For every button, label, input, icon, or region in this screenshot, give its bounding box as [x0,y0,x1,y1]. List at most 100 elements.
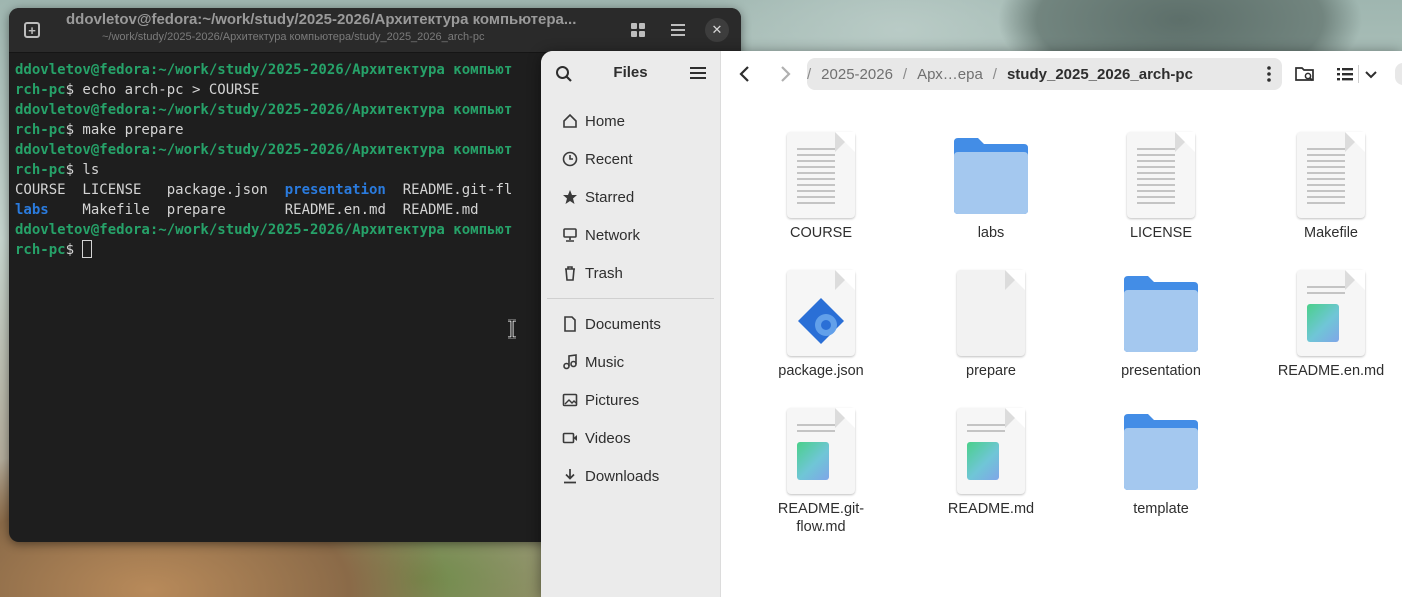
markdown-file-icon [916,400,1066,500]
command-text: $ ls [65,162,100,178]
list-view-icon[interactable] [1334,63,1356,85]
ls-directory: labs [15,202,49,218]
markdown-file-icon [746,400,896,500]
file-item-makefile[interactable]: Makefile [1256,124,1402,242]
prompt-user: ddovletov@fedora [15,142,150,158]
markdown-file-icon [1256,262,1402,362]
command-text: $ echo arch-pc > COURSE [65,82,260,98]
tab-overview-button[interactable] [625,17,651,43]
file-item-readme-en[interactable]: README.en.md [1256,262,1402,380]
file-name: README.git-flow.md [777,501,865,535]
terminal-menu-button[interactable] [665,17,691,43]
sidebar-item-label: Music [585,353,625,371]
terminal-title: ddovletov@fedora:~/work/study/2025-2026/… [66,11,577,28]
sidebar-item-label: Documents [585,315,661,333]
prompt-user: ddovletov@fedora [15,102,150,118]
terminal-headerbar: + ddovletov@fedora:~/work/study/2025-202… [9,8,741,53]
sidebar-item-trash[interactable]: Trash [541,254,720,292]
sidebar-item-starred[interactable]: Starred [541,178,720,216]
prompt-path: :~/work/study/2025-2026/Архитектура комп… [149,222,513,238]
sidebar-item-videos[interactable]: Videos [541,419,720,457]
file-name: LICENSE [1129,225,1193,241]
file-name: package.json [778,363,864,379]
file-name: template [1133,501,1189,517]
prompt-path: rch-pc [15,122,66,138]
files-toolbar: / 2025-2026 / Арх…ера / study_2025_2026_… [721,51,1402,97]
file-name: presentation [1121,363,1201,379]
files-window[interactable]: Files Home Recent Starred Network Trash … [541,51,1402,597]
files-sidebar: Files Home Recent Starred Network Trash … [541,51,721,597]
prompt-path: rch-pc [15,242,66,258]
sidebar-item-label: Pictures [585,391,640,409]
new-tab-button[interactable]: + [21,19,43,41]
file-item-prepare[interactable]: prepare [916,262,1066,380]
sidebar-item-label: Home [585,112,626,130]
path-segment-current[interactable]: study_2025_2026_arch-pc [997,66,1203,83]
folder-icon [1086,262,1236,362]
file-item-readme-git-flow[interactable]: README.git-flow.md [746,400,896,536]
files-main: / 2025-2026 / Арх…ера / study_2025_2026_… [721,51,1402,597]
sidebar-item-label: Recent [585,150,633,168]
grid-icon [631,23,645,37]
ls-output: COURSE LICENSE package.json [15,182,285,198]
network-icon [561,226,579,244]
file-name: COURSE [789,225,853,241]
sidebar-item-recent[interactable]: Recent [541,140,720,178]
text-file-icon [746,124,896,224]
prompt-user: ddovletov@fedora [15,62,150,78]
path-segment[interactable]: 2025-2026 [811,66,903,83]
prompt-path: rch-pc [15,82,66,98]
file-grid: COURSE labs LICENSE Makefile package.jso… [721,97,1402,597]
folder-item-template[interactable]: template [1086,400,1236,518]
sidebar-item-label: Downloads [585,467,660,485]
more-options-icon[interactable] [1266,66,1272,82]
folder-icon [916,124,1066,224]
sidebar-item-documents[interactable]: Documents [541,305,720,343]
sidebar-places: Home Recent Starred Network Trash Docume… [541,97,720,495]
toolbar-overflow-button[interactable] [1395,63,1402,85]
path-bar[interactable]: / 2025-2026 / Арх…ера / study_2025_2026_… [807,58,1282,90]
file-item-course[interactable]: COURSE [746,124,896,242]
sidebar-item-music[interactable]: Music [541,343,720,381]
forward-icon[interactable] [776,64,794,84]
ls-directory: presentation [284,182,386,198]
folder-icon [1086,400,1236,500]
file-item-license[interactable]: LICENSE [1086,124,1236,242]
ls-output: README.git-fl [385,182,513,198]
command-text: $ [65,242,83,258]
folder-item-presentation[interactable]: presentation [1086,262,1236,380]
home-icon [561,112,579,130]
document-icon [561,315,579,333]
terminal-close-button[interactable]: ✕ [705,18,729,42]
terminal-subtitle: ~/work/study/2025-2026/Архитектура компь… [102,31,485,43]
hamburger-icon[interactable] [689,65,707,81]
trash-icon [561,264,579,282]
sidebar-item-network[interactable]: Network [541,216,720,254]
star-icon [561,188,579,206]
json-file-icon [746,262,896,362]
path-segment[interactable]: Арх…ера [907,66,993,83]
sidebar-header: Files [541,51,720,97]
sidebar-item-downloads[interactable]: Downloads [541,457,720,495]
command-text: $ make prepare [65,122,184,138]
prompt-path: :~/work/study/2025-2026/Архитектура комп… [149,102,513,118]
prompt-path: :~/work/study/2025-2026/Архитектура комп… [149,62,513,78]
hamburger-icon [671,24,685,36]
blank-file-icon [916,262,1066,362]
prompt-path: rch-pc [15,162,66,178]
toolbar-divider [1358,65,1359,83]
sidebar-item-pictures[interactable]: Pictures [541,381,720,419]
file-name: README.en.md [1277,363,1385,379]
sidebar-item-home[interactable]: Home [541,102,720,140]
folder-item-labs[interactable]: labs [916,124,1066,242]
file-item-package-json[interactable]: package.json [746,262,896,380]
file-item-readme[interactable]: README.md [916,400,1066,518]
chevron-down-icon[interactable] [1363,63,1379,85]
file-name: labs [977,225,1005,241]
file-name: prepare [966,363,1016,379]
music-icon [561,353,579,371]
clock-icon [561,150,579,168]
video-icon [561,429,579,447]
back-icon[interactable] [736,64,754,84]
search-folder-icon[interactable] [1294,63,1316,85]
